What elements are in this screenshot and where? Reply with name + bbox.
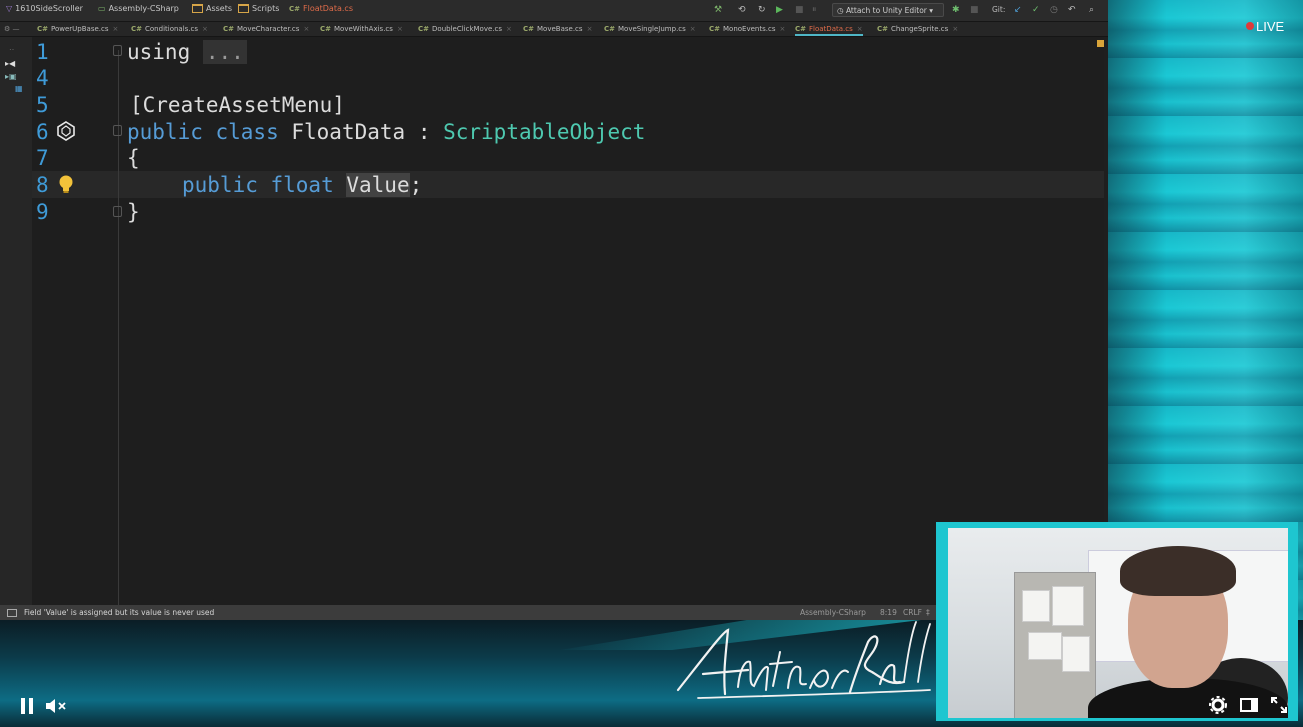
solution-icon: ▽: [6, 4, 13, 13]
close-icon: ×: [506, 25, 512, 33]
history-icon[interactable]: ◷: [1050, 4, 1058, 16]
close-icon: ×: [396, 25, 403, 33]
fold-marker[interactable]: [113, 45, 122, 56]
pause-button[interactable]: [21, 698, 35, 714]
close-icon: ×: [689, 25, 696, 33]
lightbulb-icon[interactable]: [56, 174, 76, 194]
stop-all-icon[interactable]: ■: [970, 4, 979, 16]
run-icon[interactable]: ▶: [776, 4, 783, 16]
note-paper: [1052, 586, 1084, 626]
code-line-1[interactable]: using ...: [127, 40, 247, 64]
line-number: 8: [36, 173, 49, 197]
line-number: 6: [36, 120, 49, 144]
warning-marker[interactable]: [1097, 40, 1104, 47]
git-commit-icon[interactable]: ✓: [1032, 4, 1040, 16]
close-icon: ×: [202, 25, 208, 33]
clock-icon: ◷: [837, 6, 844, 15]
close-icon: ×: [303, 25, 310, 33]
note-paper: [1022, 590, 1050, 622]
fold-marker[interactable]: [113, 125, 122, 136]
git-label: Git:: [992, 5, 1006, 14]
git-update-icon[interactable]: ↙: [1014, 4, 1022, 16]
solution-explorer-icon[interactable]: ▸▣: [5, 72, 17, 81]
tab-menu-icon[interactable]: ⚙ —: [4, 22, 20, 36]
search-icon[interactable]: ⌕: [1089, 4, 1094, 16]
code-line-6[interactable]: public class FloatData : ScriptableObjec…: [127, 120, 645, 144]
fullscreen-icon[interactable]: [1270, 696, 1288, 714]
breadcrumb-project[interactable]: ▭ Assembly-CSharp: [98, 4, 179, 13]
theatre-mode-icon[interactable]: [1240, 696, 1258, 714]
close-icon: ×: [856, 25, 863, 33]
live-badge: LIVE: [1246, 19, 1284, 34]
close-icon: ×: [112, 25, 119, 33]
unity-attach-icon[interactable]: ⟲: [738, 4, 746, 16]
folded-region: ...: [202, 40, 247, 64]
drag-handle-icon[interactable]: ‥: [9, 43, 14, 52]
build-icon[interactable]: ⚒: [714, 4, 722, 16]
line-number: 7: [36, 146, 49, 170]
line-number: 9: [36, 200, 49, 224]
unity-icon[interactable]: [55, 120, 77, 142]
close-icon: ×: [952, 25, 959, 33]
tab-movecharacter[interactable]: C# MoveCharacter.cs ×: [223, 22, 309, 36]
code-line-9[interactable]: }: [127, 200, 140, 224]
breadcrumb-file[interactable]: C# FloatData.cs: [289, 4, 353, 13]
pause-debug-icon[interactable]: ⏸: [812, 4, 817, 16]
fold-marker[interactable]: [113, 206, 122, 217]
line-number: 4: [36, 66, 49, 90]
tab-doubleclickmove[interactable]: C# DoubleClickMove.cs ×: [418, 22, 512, 36]
tab-movesinglejump[interactable]: C# MoveSingleJump.cs ×: [604, 22, 696, 36]
tab-powerupbase[interactable]: C# PowerUpBase.cs ×: [37, 22, 118, 36]
close-icon: ×: [586, 25, 593, 33]
project-icon: ▭: [98, 4, 106, 13]
structure-icon[interactable]: ▦: [15, 84, 23, 93]
tab-conditionals[interactable]: C# Conditionals.cs ×: [131, 22, 208, 36]
navigation-bar: ▽ 1610SideScroller ▭ Assembly-CSharp Ass…: [0, 0, 1108, 22]
refresh-icon[interactable]: ↻: [758, 4, 766, 16]
line-number: 1: [36, 40, 49, 64]
tab-floatdata[interactable]: C# FloatData.cs ×: [795, 22, 863, 36]
code-line-8[interactable]: public float Value;: [182, 173, 422, 197]
editor-tab-bar: ⚙ — C# PowerUpBase.cs × C# Conditionals.cs ×…: [0, 22, 1108, 37]
folder-icon: [238, 4, 249, 13]
settings-gear-icon[interactable]: [1209, 696, 1227, 714]
tab-movebase[interactable]: C# MoveBase.cs ×: [523, 22, 592, 36]
mute-button[interactable]: [45, 699, 69, 713]
tab-movewithaxis[interactable]: C# MoveWithAxis.cs ×: [320, 22, 403, 36]
code-line-7[interactable]: {: [127, 146, 140, 170]
tool-window-strip: ‥ ▸◀ ▸▣ ▦: [0, 37, 33, 605]
breadcrumb-assets[interactable]: Assets: [192, 4, 232, 13]
person-hair: [1120, 546, 1236, 596]
attach-to-unity-dropdown[interactable]: ◷ Attach to Unity Editor ▾: [832, 3, 944, 17]
close-icon: ×: [779, 25, 786, 33]
stop-icon[interactable]: ■: [795, 4, 804, 16]
unity-explorer-icon[interactable]: ▸◀: [5, 59, 15, 68]
live-dot-icon: [1246, 22, 1254, 30]
note-paper: [1062, 636, 1090, 672]
chevron-down-icon: ▾: [929, 6, 934, 15]
breadcrumb-scripts[interactable]: Scripts: [238, 4, 279, 13]
code-line-5[interactable]: [CreateAssetMenu]: [130, 93, 345, 117]
tab-monoevents[interactable]: C# MonoEvents.cs ×: [709, 22, 785, 36]
breadcrumb-solution[interactable]: ▽ 1610SideScroller: [6, 4, 83, 13]
line-number: 5: [36, 93, 49, 117]
signature-logo: [676, 621, 931, 699]
panel-toggle-icon[interactable]: [7, 609, 17, 617]
webcam-video: [948, 528, 1288, 718]
note-paper: [1028, 632, 1062, 660]
status-message: Field 'Value' is assigned but its value …: [24, 608, 215, 617]
debug-icon[interactable]: ✱: [952, 4, 960, 16]
undo-icon[interactable]: ↶: [1068, 4, 1076, 16]
folder-icon: [192, 4, 203, 13]
tab-changesprite[interactable]: C# ChangeSprite.cs ×: [877, 22, 958, 36]
